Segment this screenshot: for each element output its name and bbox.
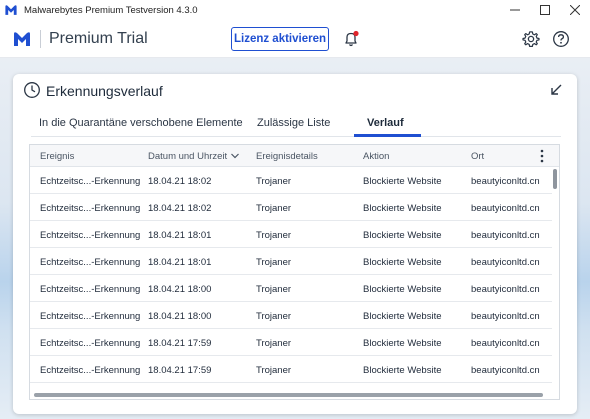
table-row[interactable]: Echtzeitsc...-Erkennung 18.04.21 18:02 Tro… <box>30 194 552 221</box>
cell-action: Blockierte Website <box>363 257 442 268</box>
cell-location: beautyiconltd.cn <box>471 284 540 295</box>
table-row[interactable]: Echtzeitsc...-Erkennung 18.04.21 17:59 Tro… <box>30 356 552 383</box>
cell-location: beautyiconltd.cn <box>471 365 540 376</box>
cell-action: Blockierte Website <box>363 365 442 376</box>
close-button[interactable] <box>560 0 590 20</box>
column-header-datetime[interactable]: Datum und Uhrzeit <box>148 151 240 162</box>
column-header-action[interactable]: Aktion <box>363 151 389 162</box>
window-title: Malwarebytes Premium Testversion 4.3.0 <box>24 4 198 16</box>
history-tabs: In die Quarantäne verschobene Elemente Z… <box>31 110 561 137</box>
card-header: Erkennungsverlauf <box>13 74 577 106</box>
window-titlebar: Malwarebytes Premium Testversion 4.3.0 <box>0 0 590 20</box>
tab-quarantine[interactable]: In die Quarantäne verschobene Elemente <box>39 117 243 129</box>
table-row[interactable]: Echtzeitsc...-Erkennung18.04.21 17:58Tro… <box>30 383 552 393</box>
cell-action: Blockierte Website <box>363 284 442 295</box>
column-header-event[interactable]: Ereignis <box>40 151 74 162</box>
cell-details: Trojaner <box>256 311 292 322</box>
cell-action: Blockierte Website <box>363 311 442 322</box>
cell-datetime: 18.04.21 18:00 <box>148 311 212 322</box>
cell-event: Echtzeitsc...-Erkennung <box>40 176 141 187</box>
cell-details: Trojaner <box>256 365 292 376</box>
app-header: Premium Trial Lizenz aktivieren <box>0 20 590 58</box>
cell-action: Blockierte Website <box>363 230 442 241</box>
table-row[interactable]: Echtzeitsc...-Erkennung 18.04.21 18:00 Tro… <box>30 275 552 302</box>
close-icon <box>570 5 580 15</box>
help-icon[interactable] <box>552 30 570 48</box>
history-clock-icon <box>24 82 40 98</box>
cell-event: Echtzeitsc...-Erkennung <box>40 203 141 214</box>
cell-datetime: 18.04.21 18:02 <box>148 203 212 214</box>
product-name: Premium Trial <box>49 29 148 47</box>
cell-action: Blockierte Website <box>363 203 442 214</box>
cell-event: Echtzeitsc...-Erkennung <box>40 230 141 241</box>
table-row[interactable]: Echtzeitsc...-Erkennung 18.04.21 17:59 Tro… <box>30 329 552 356</box>
vertical-scrollbar[interactable] <box>553 169 557 189</box>
cell-details: Trojaner <box>256 203 292 214</box>
cell-datetime: 18.04.21 18:01 <box>148 230 212 241</box>
cell-action: Blockierte Website <box>363 176 442 187</box>
cell-datetime: 18.04.21 18:00 <box>148 284 212 295</box>
cell-details: Trojaner <box>256 230 292 241</box>
tab-allow-list[interactable]: Zulässige Liste <box>257 117 330 129</box>
table-row[interactable]: Echtzeitsc...-Erkennung 18.04.21 18:00 Tro… <box>30 302 552 329</box>
cell-location: beautyiconltd.cn <box>471 230 540 241</box>
cell-event: Echtzeitsc...-Erkennung <box>40 284 141 295</box>
minimize-button[interactable] <box>500 0 530 20</box>
maximize-icon <box>540 5 550 15</box>
header-divider <box>40 29 41 48</box>
cell-details: Trojaner <box>256 176 292 187</box>
history-table: Ereignis Datum und Uhrzeit Ereignisdetai… <box>29 144 560 400</box>
active-tab-indicator <box>354 134 421 137</box>
cell-datetime: 18.04.21 18:01 <box>148 257 212 268</box>
cell-details: Trojaner <box>256 284 292 295</box>
sort-chevron-down-icon <box>231 154 240 159</box>
cell-details: Trojaner <box>256 257 292 268</box>
cell-location: beautyiconltd.cn <box>471 311 540 322</box>
cell-event: Echtzeitsc...-Erkennung <box>40 257 141 268</box>
maximize-button[interactable] <box>530 0 560 20</box>
malwarebytes-logo-icon <box>5 5 17 15</box>
horizontal-scrollbar[interactable] <box>34 393 543 397</box>
cell-event: Echtzeitsc...-Erkennung <box>40 311 141 322</box>
notification-bell-icon[interactable] <box>342 30 360 48</box>
cell-location: beautyiconltd.cn <box>471 257 540 268</box>
cell-location: beautyiconltd.cn <box>471 203 540 214</box>
table-row[interactable]: Echtzeitsc...-Erkennung 18.04.21 18:02 Tro… <box>30 167 552 194</box>
cell-datetime: 18.04.21 17:59 <box>148 365 212 376</box>
table-row[interactable]: Echtzeitsc...-Erkennung 18.04.21 18:01 Tro… <box>30 221 552 248</box>
cell-location: beautyiconltd.cn <box>471 176 540 187</box>
detection-history-card: Erkennungsverlauf In die Quarantäne vers… <box>13 74 577 414</box>
column-header-details[interactable]: Ereignisdetails <box>256 151 318 162</box>
malwarebytes-brand-icon <box>14 31 30 46</box>
cell-location: beautyiconltd.cn <box>471 338 540 349</box>
table-body: Echtzeitsc...-Erkennung 18.04.21 18:02 Tro… <box>30 167 559 393</box>
cell-details: Trojaner <box>256 338 292 349</box>
tab-history[interactable]: Verlauf <box>367 117 404 129</box>
minimize-icon <box>510 9 520 11</box>
collapse-arrow-icon[interactable] <box>549 83 563 97</box>
cell-action: Blockierte Website <box>363 338 442 349</box>
activate-license-button[interactable]: Lizenz aktivieren <box>231 27 329 51</box>
settings-gear-icon[interactable] <box>522 30 540 48</box>
table-row[interactable]: Echtzeitsc...-Erkennung 18.04.21 18:01 Tro… <box>30 248 552 275</box>
cell-datetime: 18.04.21 17:59 <box>148 338 212 349</box>
cell-event: Echtzeitsc...-Erkennung <box>40 338 141 349</box>
column-header-datetime-label: Datum und Uhrzeit <box>148 151 228 162</box>
cell-datetime: 18.04.21 18:02 <box>148 176 212 187</box>
more-options-icon[interactable] <box>539 149 545 163</box>
column-header-location[interactable]: Ort <box>471 151 484 162</box>
table-header: Ereignis Datum und Uhrzeit Ereignisdetai… <box>30 145 559 167</box>
card-title: Erkennungsverlauf <box>46 83 163 99</box>
cell-event: Echtzeitsc...-Erkennung <box>40 365 141 376</box>
